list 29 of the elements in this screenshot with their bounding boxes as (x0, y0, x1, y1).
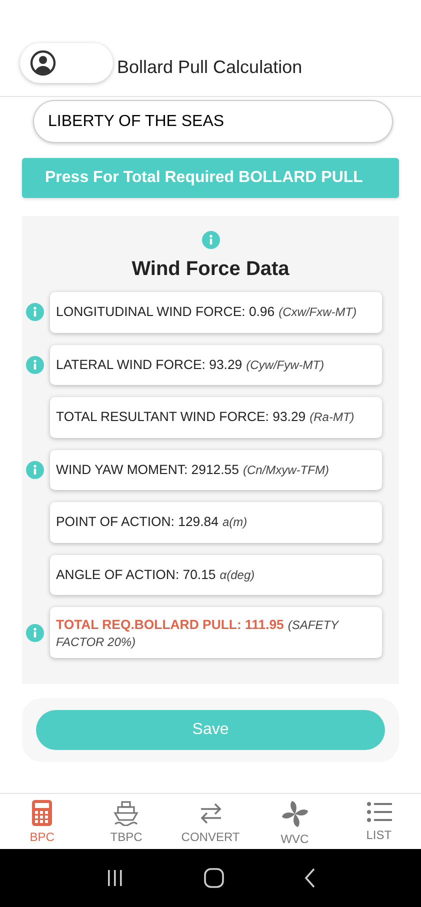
recent-apps-icon[interactable] (106, 869, 124, 887)
result-text: LATERAL WIND FORCE: 93.29 (Cyw/Fyw-MT) (50, 344, 382, 385)
page-title: Bollard Pull Calculation (117, 56, 302, 79)
result-text: POINT OF ACTION: 129.84 a(m) (50, 502, 382, 542)
result-text: ANGLE OF ACTION: 70.15 α(deg) (50, 554, 382, 595)
nav-tab[interactable]: LIST (336, 794, 421, 849)
total-result-text: TOTAL REQ.BOLLARD PULL: 111.95 (SAFETY FACTOR 20%) (50, 607, 382, 658)
list-icon (366, 800, 392, 824)
result-text: TOTAL RESULTANT WIND FORCE: 93.29 (Ra-MT) (50, 397, 382, 438)
panel-title: Wind Force Data (130, 257, 290, 282)
result-text: WIND YAW MOMENT: 2912.55 (Cn/Mxyw-TFM) (50, 450, 382, 490)
info-icon[interactable] (26, 356, 44, 374)
info-icon[interactable] (26, 303, 44, 322)
calculator-icon (32, 800, 52, 826)
home-icon[interactable] (204, 868, 224, 888)
info-icon[interactable] (26, 624, 44, 642)
profile-button[interactable] (20, 43, 113, 83)
ship-icon (112, 800, 140, 826)
nav-tab[interactable]: WVC (252, 794, 337, 849)
nav-tab[interactable]: BPC (0, 794, 84, 849)
nav-tab[interactable]: CONVERT (168, 794, 253, 849)
result-text: LONGITUDINAL WIND FORCE: 0.96 (Cxw/Fxw-MT) (50, 292, 382, 332)
info-icon[interactable] (202, 230, 220, 249)
fan-icon (280, 800, 309, 828)
nav-tab[interactable]: TBPC (84, 794, 168, 849)
info-icon[interactable] (26, 460, 44, 479)
user-icon (30, 50, 56, 76)
back-icon[interactable] (304, 868, 316, 888)
ship-name-field[interactable]: LIBERTY OF THE SEAS (33, 100, 393, 143)
